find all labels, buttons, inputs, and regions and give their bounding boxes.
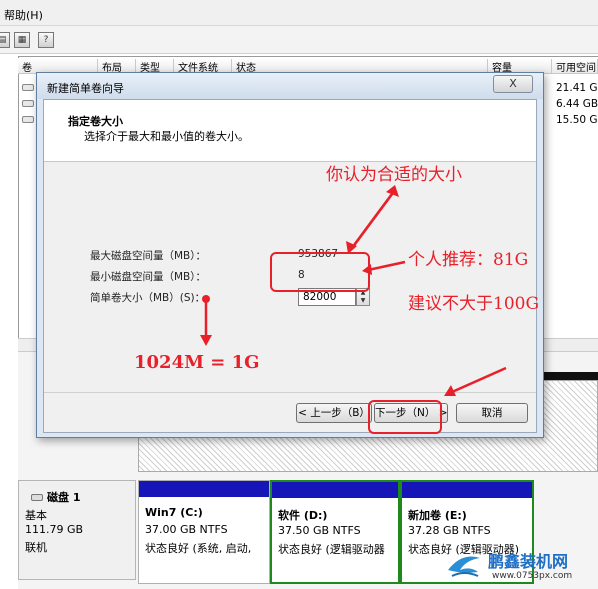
- annotation-conversion: 1024M = 1G: [134, 352, 260, 373]
- annotation-advice: 建议不大于100G: [408, 294, 540, 314]
- watermark-url: www.0753px.com: [492, 571, 573, 581]
- annotation-recommend: 个人推荐：81G: [408, 250, 529, 270]
- watermark-name: 鹏鑫装机网: [488, 552, 569, 571]
- watermark-logo-icon: [448, 556, 480, 577]
- annotation-suitable-size: 你认为合适的大小: [326, 165, 462, 185]
- arrow-dot: [202, 295, 210, 303]
- arrow-line: [367, 260, 406, 272]
- arrow-line: [350, 189, 397, 249]
- watermark: 鹏鑫装机网 www.0753px.com: [438, 544, 598, 589]
- arrow-head: [200, 335, 212, 346]
- arrow-line: [451, 366, 507, 394]
- arrow-head: [362, 264, 372, 275]
